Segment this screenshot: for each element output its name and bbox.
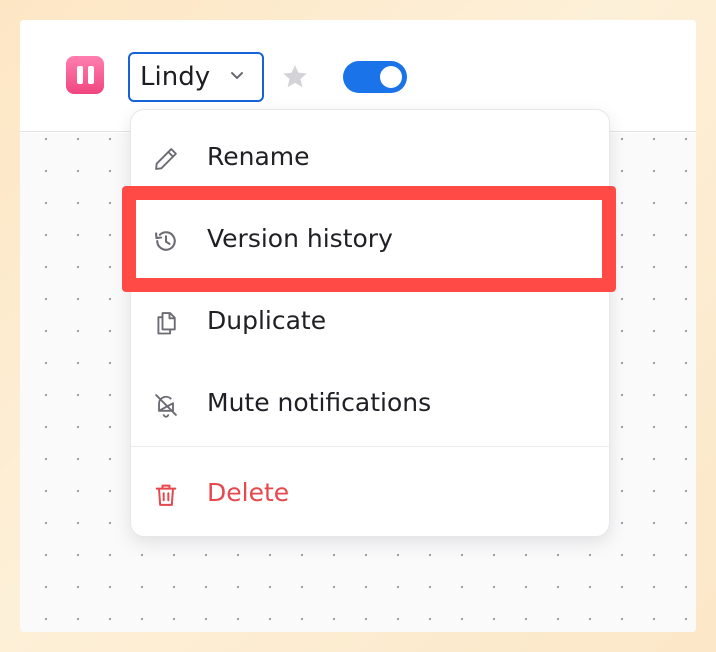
history-icon <box>151 226 181 256</box>
star-icon[interactable] <box>280 62 310 92</box>
copy-icon <box>151 308 181 338</box>
trash-icon <box>151 480 181 510</box>
agent-options-menu: Rename Version history Duplicate Mute no… <box>130 109 610 537</box>
active-toggle[interactable] <box>343 61 407 93</box>
agent-name: Lindy <box>140 62 211 92</box>
menu-divider <box>131 446 609 447</box>
menu-item-mute-notifications[interactable]: Mute notifications <box>131 362 609 442</box>
menu-item-version-history[interactable]: Version history <box>131 198 609 278</box>
bell-off-icon <box>151 390 181 420</box>
menu-item-duplicate[interactable]: Duplicate <box>131 280 609 360</box>
toggle-knob <box>380 66 402 88</box>
menu-item-rename[interactable]: Rename <box>131 116 609 196</box>
pause-icon[interactable] <box>66 56 104 94</box>
menu-item-delete[interactable]: Delete <box>131 452 609 532</box>
pencil-icon <box>151 144 181 174</box>
chevron-down-icon <box>231 72 243 79</box>
agent-name-dropdown[interactable]: Lindy <box>128 52 264 102</box>
